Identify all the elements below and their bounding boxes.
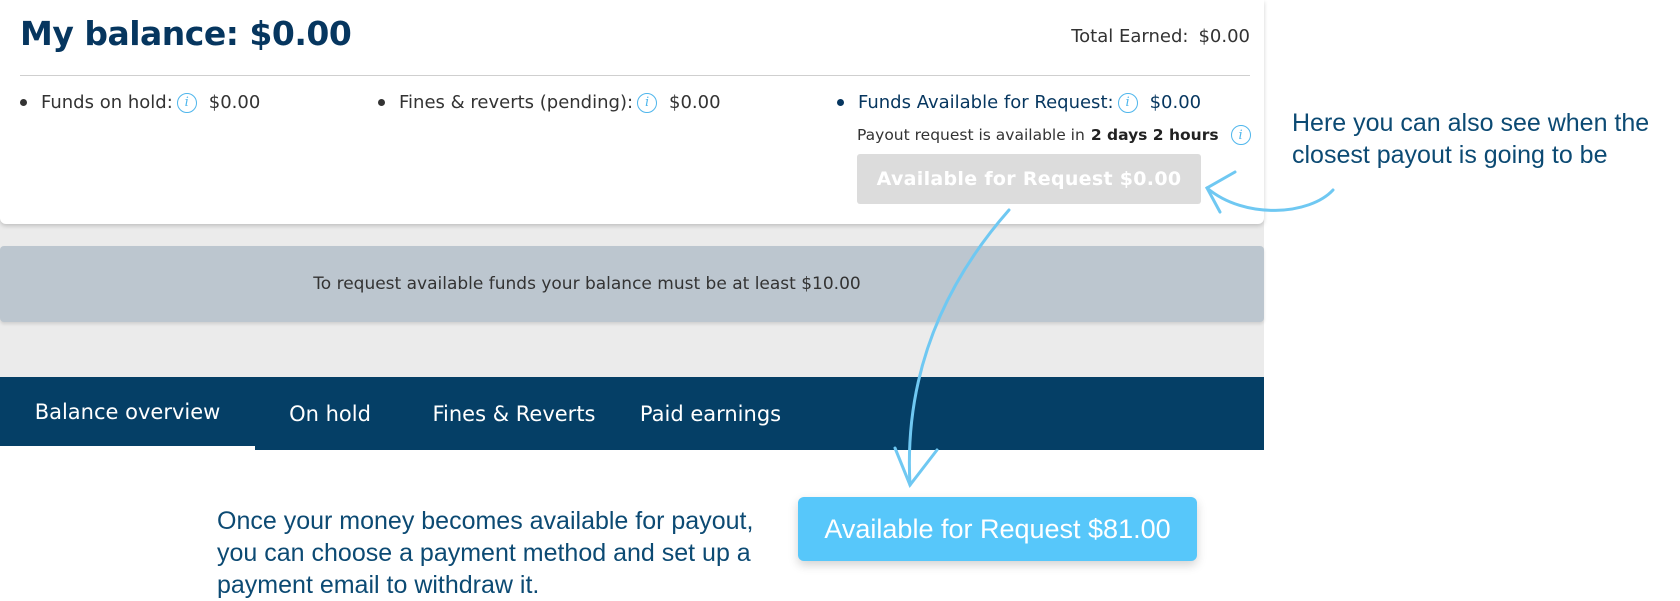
stat-fines-reverts: Fines & reverts (pending): i $0.00: [378, 92, 721, 113]
info-icon[interactable]: i: [176, 92, 197, 113]
payout-note: Payout request is available in 2 days 2 …: [857, 125, 1263, 145]
annotation-payout-time: Here you can also see when the closest p…: [1292, 109, 1650, 169]
tab-fines-reverts[interactable]: Fines & Reverts: [405, 377, 623, 450]
bullet: [837, 99, 844, 106]
tab-balance-overview[interactable]: Balance overview: [0, 377, 255, 450]
info-icon[interactable]: i: [1117, 92, 1138, 113]
stat-funds-on-hold: Funds on hold: i $0.00: [20, 92, 260, 113]
tab-on-hold[interactable]: On hold: [255, 377, 405, 450]
balance-tabs: Balance overview On hold Fines & Reverts…: [0, 377, 1264, 450]
bullet: [20, 99, 27, 106]
total-earned: Total Earned: $0.00: [1071, 26, 1250, 47]
stat-label: Funds on hold:: [41, 92, 173, 113]
divider: [20, 75, 1250, 76]
total-earned-label: Total Earned:: [1071, 26, 1189, 47]
total-earned-value: $0.00: [1198, 26, 1250, 47]
info-icon[interactable]: i: [637, 92, 658, 113]
info-icon[interactable]: i: [1230, 125, 1251, 145]
payout-note-time: 2 days 2 hours: [1090, 126, 1219, 144]
stat-label: Funds Available for Request:: [858, 92, 1114, 113]
annotation-payout-method: Once your money becomes available for pa…: [217, 507, 754, 599]
payout-note-prefix: Payout request is available in: [857, 126, 1085, 144]
balance-card: My balance: $0.00 Total Earned: $0.00 Fun…: [0, 0, 1264, 224]
stat-label: Fines & reverts (pending):: [399, 92, 634, 113]
minimum-balance-notice: To request available funds your balance …: [0, 246, 1264, 322]
request-button-disabled[interactable]: Available for Request $0.00: [857, 154, 1201, 204]
bullet: [378, 99, 385, 106]
stat-value: $0.00: [208, 92, 261, 113]
notice-text: To request available funds your balance …: [313, 274, 861, 294]
stat-funds-available: Funds Available for Request: i $0.00: [837, 92, 1201, 113]
stat-value: $0.00: [1149, 92, 1202, 113]
stat-value: $0.00: [669, 92, 721, 113]
request-button-active[interactable]: Available for Request $81.00: [798, 497, 1197, 561]
page-title: My balance: $0.00: [20, 14, 352, 53]
tab-paid-earnings[interactable]: Paid earnings: [623, 377, 798, 450]
